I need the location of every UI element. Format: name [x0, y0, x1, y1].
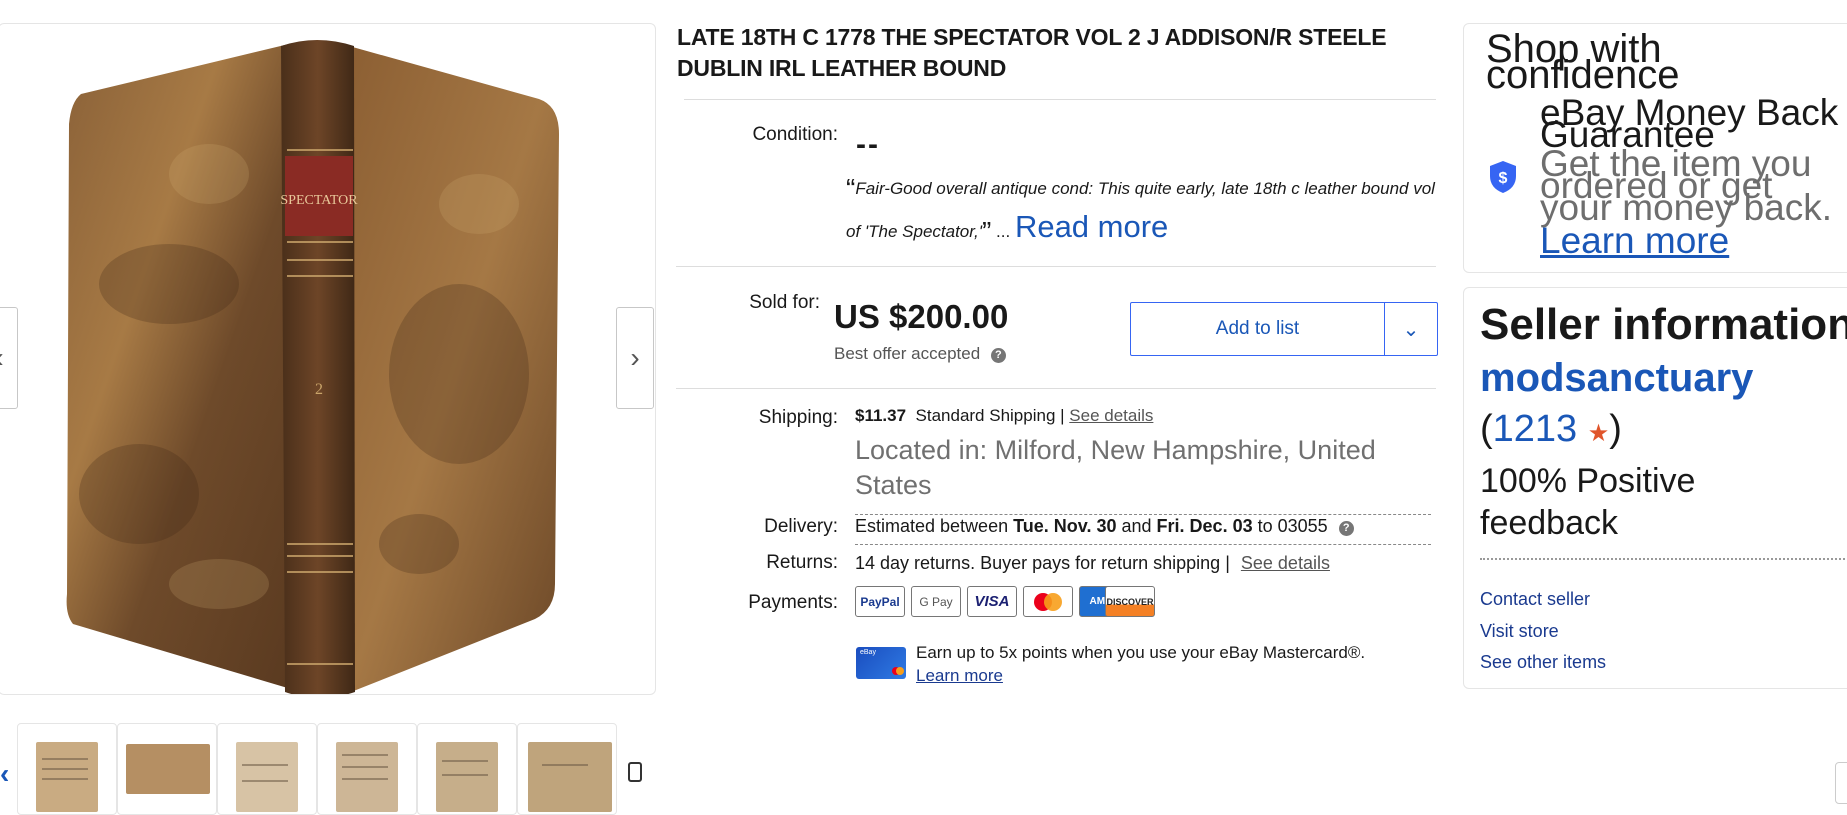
seller-info-heading: Seller information: [1480, 300, 1847, 349]
chevron-left-icon: ‹: [0, 342, 4, 374]
see-other-items-link[interactable]: See other items: [1480, 652, 1606, 673]
thumbnail[interactable]: [17, 723, 117, 815]
seller-name-link[interactable]: modsanctuary: [1480, 356, 1753, 401]
visa-icon: VISA: [967, 586, 1017, 617]
returns-policy: 14 day returns. Buyer pays for return sh…: [855, 553, 1330, 573]
best-offer-note: Best offer accepted ?: [834, 344, 1006, 364]
delivery-start: Tue. Nov. 30: [1013, 516, 1117, 536]
shipping-summary: $11.37 Standard Shipping | See details: [855, 406, 1153, 426]
thumbs-scroll-left-icon[interactable]: ‹: [0, 758, 9, 790]
visit-store-link[interactable]: Visit store: [1480, 621, 1559, 642]
divider: [684, 99, 1436, 100]
returns-details-link[interactable]: See details: [1241, 553, 1330, 573]
mastercard-promo: Earn up to 5x points when you use your e…: [916, 641, 1365, 687]
read-more-link[interactable]: Read more: [1015, 209, 1168, 244]
spine-volume: 2: [315, 381, 323, 398]
thumbnail[interactable]: [417, 723, 517, 815]
promo-text: Earn up to 5x points when you use your e…: [916, 643, 1366, 662]
guarantee-learn-more-link[interactable]: Learn more: [1540, 220, 1729, 262]
condition-description: “Fair-Good overall antique cond: This qu…: [846, 173, 1435, 247]
mastercard-icon: [1023, 586, 1073, 617]
add-to-list-button-group: Add to list ⌄: [1130, 302, 1438, 356]
divider: [1480, 558, 1847, 560]
chevron-down-icon: ⌄: [1402, 318, 1420, 341]
shipping-label: Shipping:: [758, 407, 838, 428]
book-photo: SPECTATOR 2: [66, 40, 559, 694]
divider: [676, 266, 1436, 267]
ebay-mastercard-icon: eBay: [856, 647, 906, 679]
gallery-prev-button[interactable]: ‹: [0, 307, 18, 409]
help-icon[interactable]: ?: [1338, 521, 1354, 536]
price-value: US $200.00: [834, 298, 1009, 335]
add-to-list-dropdown[interactable]: ⌄: [1385, 303, 1437, 355]
shipping-details-link[interactable]: See details: [1069, 406, 1153, 425]
item-title: LATE 18TH C 1778 THE SPECTATOR VOL 2 J A…: [677, 24, 1387, 81]
item-location: Located in: Milford, New Hampshire, Unit…: [855, 435, 1376, 500]
delivery-estimate: Estimated between Tue. Nov. 30 and Fri. …: [855, 516, 1354, 537]
shop-confidence-heading: Shop with confidence: [1486, 27, 1680, 97]
thumbnail[interactable]: [217, 723, 317, 815]
condition-value: --: [856, 128, 880, 161]
discover-icon: DISCOVER: [1105, 586, 1155, 617]
divider: [855, 544, 1431, 545]
ellipsis: ...: [996, 222, 1011, 241]
help-icon[interactable]: ?: [990, 348, 1006, 363]
google-pay-icon: G Pay: [911, 586, 961, 617]
sold-for-label: Sold for:: [749, 292, 820, 313]
contact-seller-link[interactable]: Contact seller: [1480, 589, 1590, 610]
chevron-right-icon: ›: [630, 342, 640, 373]
money-back-guarantee-title: eBay Money Back Guarantee: [1540, 92, 1839, 155]
thumbnail[interactable]: [117, 723, 217, 815]
delivery-label: Delivery:: [764, 516, 838, 537]
main-image-frame[interactable]: SPECTATOR 2: [0, 23, 656, 695]
add-to-list-button[interactable]: Add to list: [1131, 303, 1385, 355]
paypal-icon: PayPal: [855, 586, 905, 617]
seller-feedback-score: (1213 ★): [1480, 408, 1622, 450]
gallery-next-button[interactable]: ›: [616, 307, 654, 409]
promo-learn-more-link[interactable]: Learn more: [916, 664, 1365, 687]
positive-feedback: 100% Positive feedback: [1480, 462, 1696, 542]
feedback-score-link[interactable]: 1213: [1493, 408, 1578, 450]
scroll-edge[interactable]: [1835, 762, 1847, 804]
thumbnail[interactable]: [517, 723, 617, 815]
money-back-guarantee-text: Get the item you ordered or get your mon…: [1540, 143, 1833, 228]
thumbnail[interactable]: [317, 723, 417, 815]
payments-label: Payments:: [748, 592, 838, 613]
returns-label: Returns:: [766, 552, 838, 573]
condition-label: Condition:: [752, 124, 838, 145]
divider: [676, 388, 1436, 389]
shield-icon: $: [1488, 160, 1518, 194]
divider: [855, 514, 1431, 515]
thumbs-scroll-right-icon[interactable]: [628, 762, 642, 782]
spine-label: SPECTATOR: [280, 193, 358, 208]
shipping-method: Standard Shipping |: [915, 406, 1065, 425]
delivery-end: Fri. Dec. 03: [1156, 516, 1253, 536]
star-icon: ★: [1587, 420, 1610, 447]
shipping-cost: $11.37: [855, 406, 907, 425]
svg-text:$: $: [1499, 170, 1508, 187]
